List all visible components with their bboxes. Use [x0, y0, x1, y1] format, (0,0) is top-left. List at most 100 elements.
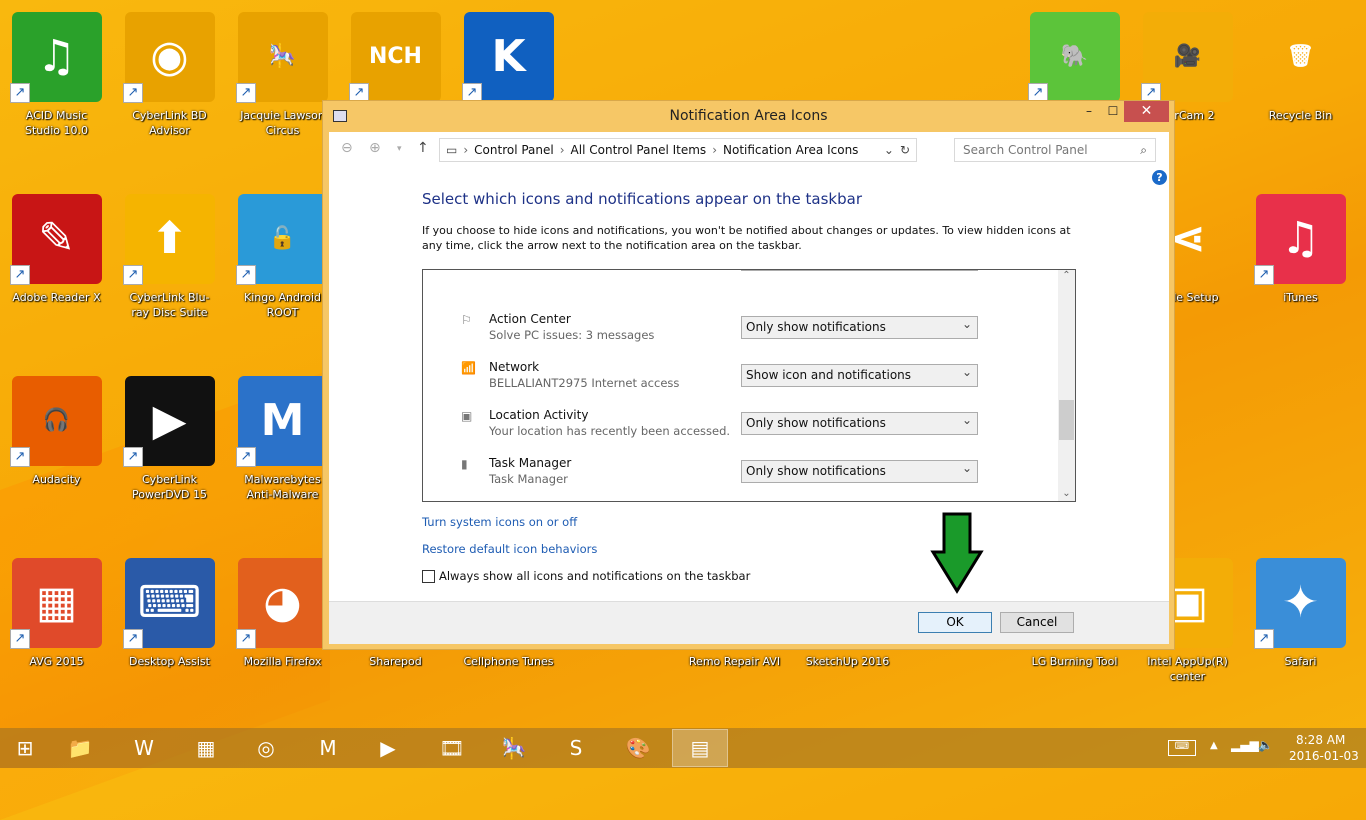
- desktop-icon[interactable]: K ↗: [460, 8, 557, 108]
- clock-date[interactable]: 2016-01-03: [1289, 749, 1359, 763]
- desktop-icon-label: Intel AppUp(R) center: [1147, 655, 1228, 683]
- behavior-select[interactable]: Show icon and notifications: [741, 364, 978, 387]
- taskbar: ⌨ ▲ ▂▄▆ 🔈 8:28 AM 2016-01-03 ⊞ 📁 W ▦ ◎ M ▶ 🎞 🎠 S 🎨…: [0, 728, 1366, 768]
- desktop-icon-label: Mozilla Firefox: [243, 655, 322, 668]
- page-description: If you choose to hide icons and notifica…: [422, 224, 1071, 252]
- behavior-select[interactable]: Only show notifications: [741, 316, 978, 339]
- turn-system-icons-link[interactable]: Turn system icons on or off: [422, 515, 577, 529]
- desktop-icon[interactable]: ✦ ↗ Safari: [1252, 554, 1349, 669]
- icon-glyph: 🗑: [1286, 44, 1315, 69]
- taskbar-jacquie-lawson-icon[interactable]: 🎠: [486, 729, 542, 767]
- desktop-icon-label: Cellphone Tunes: [463, 655, 554, 668]
- keyboard-icon[interactable]: ⌨: [1168, 740, 1196, 756]
- desktop-icon[interactable]: 🗑 Recycle Bin: [1252, 8, 1349, 123]
- back-button[interactable]: ⊖: [341, 140, 353, 156]
- list-scrollbar[interactable]: ⌃ ⌄: [1058, 270, 1075, 501]
- recent-dropdown[interactable]: ▾: [397, 144, 402, 154]
- page-heading: Select which icons and notifications app…: [422, 190, 862, 208]
- desktop-icon[interactable]: ◉ ↗ CyberLink BD Advisor: [121, 8, 218, 138]
- desktop-icon-label: Kingo Android ROOT: [244, 291, 321, 319]
- shortcut-arrow-icon: ↗: [236, 265, 256, 285]
- scroll-up-icon[interactable]: ⌃: [1058, 270, 1075, 281]
- desktop-icon[interactable]: ♫ ↗ iTunes: [1252, 190, 1349, 305]
- clock-time[interactable]: 8:28 AM: [1296, 733, 1345, 747]
- app-icon: ♫ ↗: [1252, 190, 1349, 287]
- taskbar-file-explorer-icon[interactable]: 📁: [52, 729, 108, 767]
- dialog-footer: OK Cancel: [329, 601, 1169, 644]
- shortcut-arrow-icon: ↗: [123, 83, 143, 103]
- taskbar-chrome-icon[interactable]: ◎: [238, 729, 294, 767]
- taskbar-avg-icon[interactable]: ▦: [178, 729, 234, 767]
- app-icon: ✎ ↗: [8, 190, 105, 287]
- forward-button[interactable]: ⊕: [369, 140, 381, 156]
- breadcrumb-control-panel[interactable]: Control Panel: [474, 143, 554, 157]
- desktop-icon[interactable]: M ↗ Malwarebytes Anti-Malware: [234, 372, 331, 502]
- refresh-icon[interactable]: ↻: [900, 143, 910, 157]
- always-show-checkbox[interactable]: Always show all icons and notifications …: [422, 569, 750, 583]
- taskbar-malwarebytes-icon[interactable]: M: [300, 729, 356, 767]
- notification-icon-row: ▭ Windows Explorer Only show notificatio…: [423, 500, 1059, 501]
- search-input[interactable]: Search Control Panel ⌕: [954, 138, 1156, 162]
- close-button[interactable]: ✕: [1124, 101, 1169, 122]
- app-icon: 🐘 ↗: [1026, 8, 1123, 105]
- taskbar-wunderlist-icon[interactable]: W: [116, 729, 172, 767]
- desktop-icon[interactable]: ⬆ ↗ CyberLink Blu-ray Disc Suite: [121, 190, 218, 320]
- desktop-icon[interactable]: 🐘 ↗: [1026, 8, 1123, 108]
- desktop-icon-label: Malwarebytes Anti-Malware: [244, 473, 321, 501]
- desktop-icon-label: LG Burning Tool: [1031, 655, 1118, 668]
- desktop-icon[interactable]: ▶ ↗ CyberLink PowerDVD 15: [121, 372, 218, 502]
- maximize-button[interactable]: ☐: [1099, 101, 1127, 122]
- show-hidden-icons-button[interactable]: ▲: [1210, 740, 1218, 751]
- app-icon: ♫ ↗: [8, 8, 105, 105]
- address-bar[interactable]: ▭ › Control Panel › All Control Panel It…: [439, 138, 917, 162]
- taskbar-media-player-icon[interactable]: ▶: [360, 729, 416, 767]
- address-dropdown-icon[interactable]: ⌄: [884, 143, 894, 157]
- notification-area-icons-window: Notification Area Icons – ☐ ✕ ⊖ ⊕ ▾ ↑ ▭ …: [322, 100, 1175, 650]
- window-content: ⊖ ⊕ ▾ ↑ ▭ › Control Panel › All Control …: [329, 132, 1169, 644]
- shortcut-arrow-icon: ↗: [10, 629, 30, 649]
- scrollbar-thumb[interactable]: [1059, 400, 1074, 440]
- desktop-icon-label: Remo Repair AVI: [688, 655, 781, 668]
- desktop-icon[interactable]: ♫ ↗ ACID Music Studio 10.0: [8, 8, 105, 138]
- ok-button[interactable]: OK: [918, 612, 992, 633]
- breadcrumb-all-items[interactable]: All Control Panel Items: [571, 143, 707, 157]
- desktop-icon[interactable]: ▦ ↗ AVG 2015: [8, 554, 105, 669]
- desktop-icon-label: Desktop Assist: [129, 655, 210, 668]
- scroll-down-icon[interactable]: ⌄: [1058, 488, 1075, 499]
- desktop-icon-label: CyberLink PowerDVD 15: [131, 473, 208, 501]
- taskbar-movie-maker-icon[interactable]: 🎞: [424, 729, 480, 767]
- row-description: Your location has recently been accessed…: [489, 424, 731, 438]
- row-description: TOSHIBA PC Health Monitor is enabled.: [489, 269, 714, 270]
- desktop-icon[interactable]: 🎠 ↗ Jacquie Lawson Circus: [234, 8, 331, 138]
- icon-behavior-list: ▭ Windows Explorer Only show notificatio…: [422, 269, 1076, 502]
- desktop-icon[interactable]: NCH ↗: [347, 8, 444, 108]
- behavior-select[interactable]: [741, 270, 978, 271]
- row-icon: [461, 270, 479, 276]
- row-name: Task Manager: [489, 456, 572, 470]
- network-icon[interactable]: ▂▄▆: [1231, 738, 1259, 752]
- desktop-icon[interactable]: ✎ ↗ Adobe Reader X: [8, 190, 105, 305]
- restore-defaults-link[interactable]: Restore default icon behaviors: [422, 542, 597, 556]
- taskbar-skype-icon[interactable]: S: [548, 729, 604, 767]
- taskbar-control-panel-icon[interactable]: ▤: [672, 729, 728, 767]
- cancel-button[interactable]: Cancel: [1000, 612, 1074, 633]
- checkbox-box[interactable]: [422, 569, 435, 583]
- volume-icon[interactable]: 🔈: [1258, 738, 1273, 752]
- desktop-icon[interactable]: 🔓 ↗ Kingo Android ROOT: [234, 190, 331, 320]
- desktop-icon[interactable]: ◕ ↗ Mozilla Firefox: [234, 554, 331, 669]
- help-icon[interactable]: ?: [1152, 170, 1167, 185]
- behavior-select[interactable]: Only show notifications: [741, 460, 978, 483]
- shortcut-arrow-icon: ↗: [10, 447, 30, 467]
- desktop-icon[interactable]: ⌨ ↗ Desktop Assist: [121, 554, 218, 669]
- taskbar-start-icon[interactable]: ⊞: [0, 729, 50, 767]
- title-bar[interactable]: Notification Area Icons – ☐ ✕: [323, 101, 1174, 131]
- desktop-icon[interactable]: 🎧 ↗ Audacity: [8, 372, 105, 487]
- desktop-icon-label: AVG 2015: [29, 655, 84, 668]
- behavior-select[interactable]: Only show notifications: [741, 412, 978, 435]
- desktop-icon-label: Jacquie Lawson Circus: [240, 109, 325, 137]
- app-icon: 🎠 ↗: [234, 8, 331, 105]
- breadcrumb-notification-area[interactable]: Notification Area Icons: [723, 143, 858, 157]
- search-icon: ⌕: [1140, 143, 1147, 157]
- taskbar-paint-icon[interactable]: 🎨: [610, 729, 666, 767]
- up-button[interactable]: ↑: [417, 140, 429, 156]
